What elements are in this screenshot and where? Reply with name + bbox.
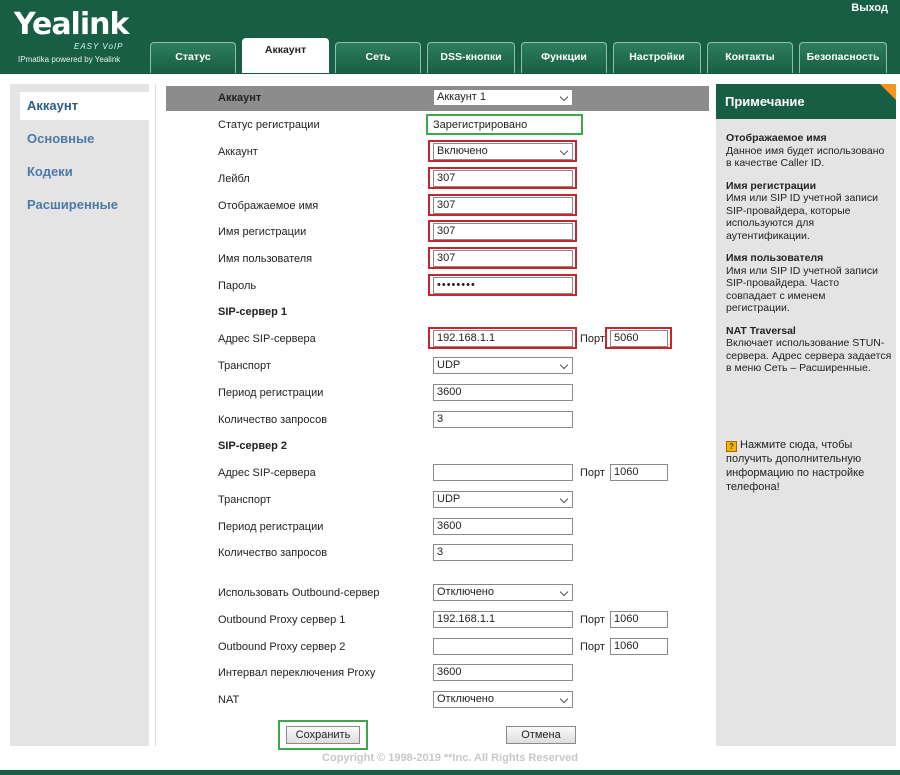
help-text: Нажмите сюда, чтобы получить дополнитель… bbox=[726, 439, 865, 493]
account-enable-select[interactable]: Включено bbox=[433, 143, 573, 160]
proxy1-port-input[interactable]: 1060 bbox=[610, 611, 668, 628]
proxy1-port-label: Порт bbox=[580, 614, 605, 626]
sip1-transport-label: Транспорт bbox=[218, 360, 271, 372]
register-name-input[interactable]: 307 bbox=[433, 223, 573, 240]
sidebar-item-advanced[interactable]: Расширенные bbox=[20, 191, 149, 219]
sip2-retry-label: Количество запросов bbox=[218, 547, 328, 559]
sip1-port-input[interactable]: 5060 bbox=[610, 330, 668, 347]
top-tabs: Статус Аккаунт Сеть DSS-кнопки Функции Н… bbox=[0, 38, 900, 74]
tab-status[interactable]: Статус bbox=[150, 42, 236, 73]
sip2-heading: SIP-сервер 2 bbox=[218, 440, 287, 452]
note-heading: Примечание bbox=[716, 84, 896, 119]
note-corner-icon bbox=[880, 84, 896, 100]
sip2-period-label: Период регистрации bbox=[218, 521, 324, 533]
proxy2-label: Outbound Proxy сервер 2 bbox=[218, 641, 346, 653]
note-body: Отображаемое имя Данное имя будет исполь… bbox=[726, 132, 892, 385]
sip1-addr-input[interactable]: 192.168.1.1 bbox=[433, 330, 573, 347]
yealink-logo: Yealink EASY VoIP IPmatika powered by Ye… bbox=[14, 7, 129, 65]
sip1-period-label: Период регистрации bbox=[218, 387, 324, 399]
note-item: Имя регистрации Имя или SIP ID учетной з… bbox=[726, 179, 878, 242]
nat-label: NAT bbox=[218, 694, 240, 706]
tab-security[interactable]: Безопасность bbox=[799, 42, 887, 73]
proxy1-label: Outbound Proxy сервер 1 bbox=[218, 614, 346, 626]
account-select[interactable]: Аккаунт 1 bbox=[433, 89, 573, 106]
sip2-period-input[interactable]: 3600 bbox=[433, 518, 573, 535]
sidebar-item-basic[interactable]: Основные bbox=[20, 125, 149, 153]
note-item: NAT Traversal Включает использование STU… bbox=[726, 324, 892, 375]
tab-features[interactable]: Функции bbox=[521, 42, 607, 73]
cancel-button[interactable]: Отмена bbox=[506, 726, 576, 744]
sip1-port-label: Порт bbox=[580, 333, 605, 345]
content-frame: Аккаунт Основные Кодеки Расширенные Акка… bbox=[0, 74, 900, 770]
logout-link[interactable]: Выход bbox=[851, 2, 888, 14]
label-input[interactable]: 307 bbox=[433, 170, 573, 187]
sip2-port-label: Порт bbox=[580, 467, 605, 479]
nat-select[interactable]: Отключено bbox=[433, 691, 573, 708]
sip2-transport-label: Транспорт bbox=[218, 494, 271, 506]
note-panel: Примечание Отображаемое имя Данное имя б… bbox=[716, 84, 896, 746]
tab-account[interactable]: Аккаунт bbox=[242, 38, 329, 73]
label-field-label: Лейбл bbox=[218, 173, 250, 185]
copyright: Copyright © 1998-2019 **Inc. All Rights … bbox=[322, 752, 578, 764]
save-button[interactable]: Сохранить bbox=[286, 726, 360, 744]
failback-label: Интервал переключения Proxy bbox=[218, 667, 376, 679]
sip1-transport-select[interactable]: UDP bbox=[433, 357, 573, 374]
help-icon: ? bbox=[726, 441, 737, 452]
sidebar: Аккаунт Основные Кодеки Расширенные bbox=[10, 84, 149, 746]
sip2-port-input[interactable]: 1060 bbox=[610, 464, 668, 481]
note-item: Имя пользователя Имя или SIP ID учетной … bbox=[726, 252, 878, 314]
register-name-label: Имя регистрации bbox=[218, 226, 307, 238]
outbound-label: Использовать Outbound-сервер bbox=[218, 587, 380, 599]
tab-contacts[interactable]: Контакты bbox=[707, 42, 793, 73]
proxy2-input[interactable] bbox=[433, 638, 573, 655]
reg-status-value: Зарегистрировано bbox=[433, 119, 528, 131]
account-form: Аккаунт Аккаунт 1 Статус регистрации Зар… bbox=[155, 84, 709, 750]
sip2-addr-label: Адрес SIP-сервера bbox=[218, 467, 316, 479]
display-name-label: Отображаемое имя bbox=[218, 200, 319, 212]
reg-status-label: Статус регистрации bbox=[218, 119, 320, 131]
account-enable-label: Аккаунт bbox=[218, 146, 258, 158]
sip2-addr-input[interactable] bbox=[433, 464, 573, 481]
sidebar-item-codecs[interactable]: Кодеки bbox=[20, 158, 149, 186]
proxy2-port-input[interactable]: 1060 bbox=[610, 638, 668, 655]
tab-network[interactable]: Сеть bbox=[335, 42, 421, 73]
sip1-retry-input[interactable]: 3 bbox=[433, 411, 573, 428]
username-input[interactable]: 307 bbox=[433, 250, 573, 267]
failback-input[interactable]: 3600 bbox=[433, 664, 573, 681]
sip1-heading: SIP-сервер 1 bbox=[218, 306, 287, 318]
help-link[interactable]: ? Нажмите сюда, чтобы получить дополнител… bbox=[726, 438, 886, 494]
sip2-transport-select[interactable]: UDP bbox=[433, 491, 573, 508]
display-name-input[interactable]: 307 bbox=[433, 197, 573, 214]
sip1-retry-label: Количество запросов bbox=[218, 414, 328, 426]
account-select-label: Аккаунт bbox=[218, 92, 262, 104]
sip1-addr-label: Адрес SIP-сервера bbox=[218, 333, 316, 345]
password-label: Пароль bbox=[218, 280, 257, 292]
tab-settings[interactable]: Настройки bbox=[613, 42, 701, 73]
password-input[interactable]: •••••••• bbox=[433, 277, 573, 294]
outbound-select[interactable]: Отключено bbox=[433, 584, 573, 601]
proxy1-input[interactable]: 192.168.1.1 bbox=[433, 611, 573, 628]
sidebar-item-account[interactable]: Аккаунт bbox=[20, 92, 149, 120]
sip1-period-input[interactable]: 3600 bbox=[433, 384, 573, 401]
tab-dss-keys[interactable]: DSS-кнопки bbox=[427, 42, 515, 73]
sip2-retry-input[interactable]: 3 bbox=[433, 544, 573, 561]
proxy2-port-label: Порт bbox=[580, 641, 605, 653]
brand-name: Yealink bbox=[14, 7, 129, 42]
note-item: Отображаемое имя Данное имя будет исполь… bbox=[726, 132, 885, 169]
username-label: Имя пользователя bbox=[218, 253, 313, 265]
